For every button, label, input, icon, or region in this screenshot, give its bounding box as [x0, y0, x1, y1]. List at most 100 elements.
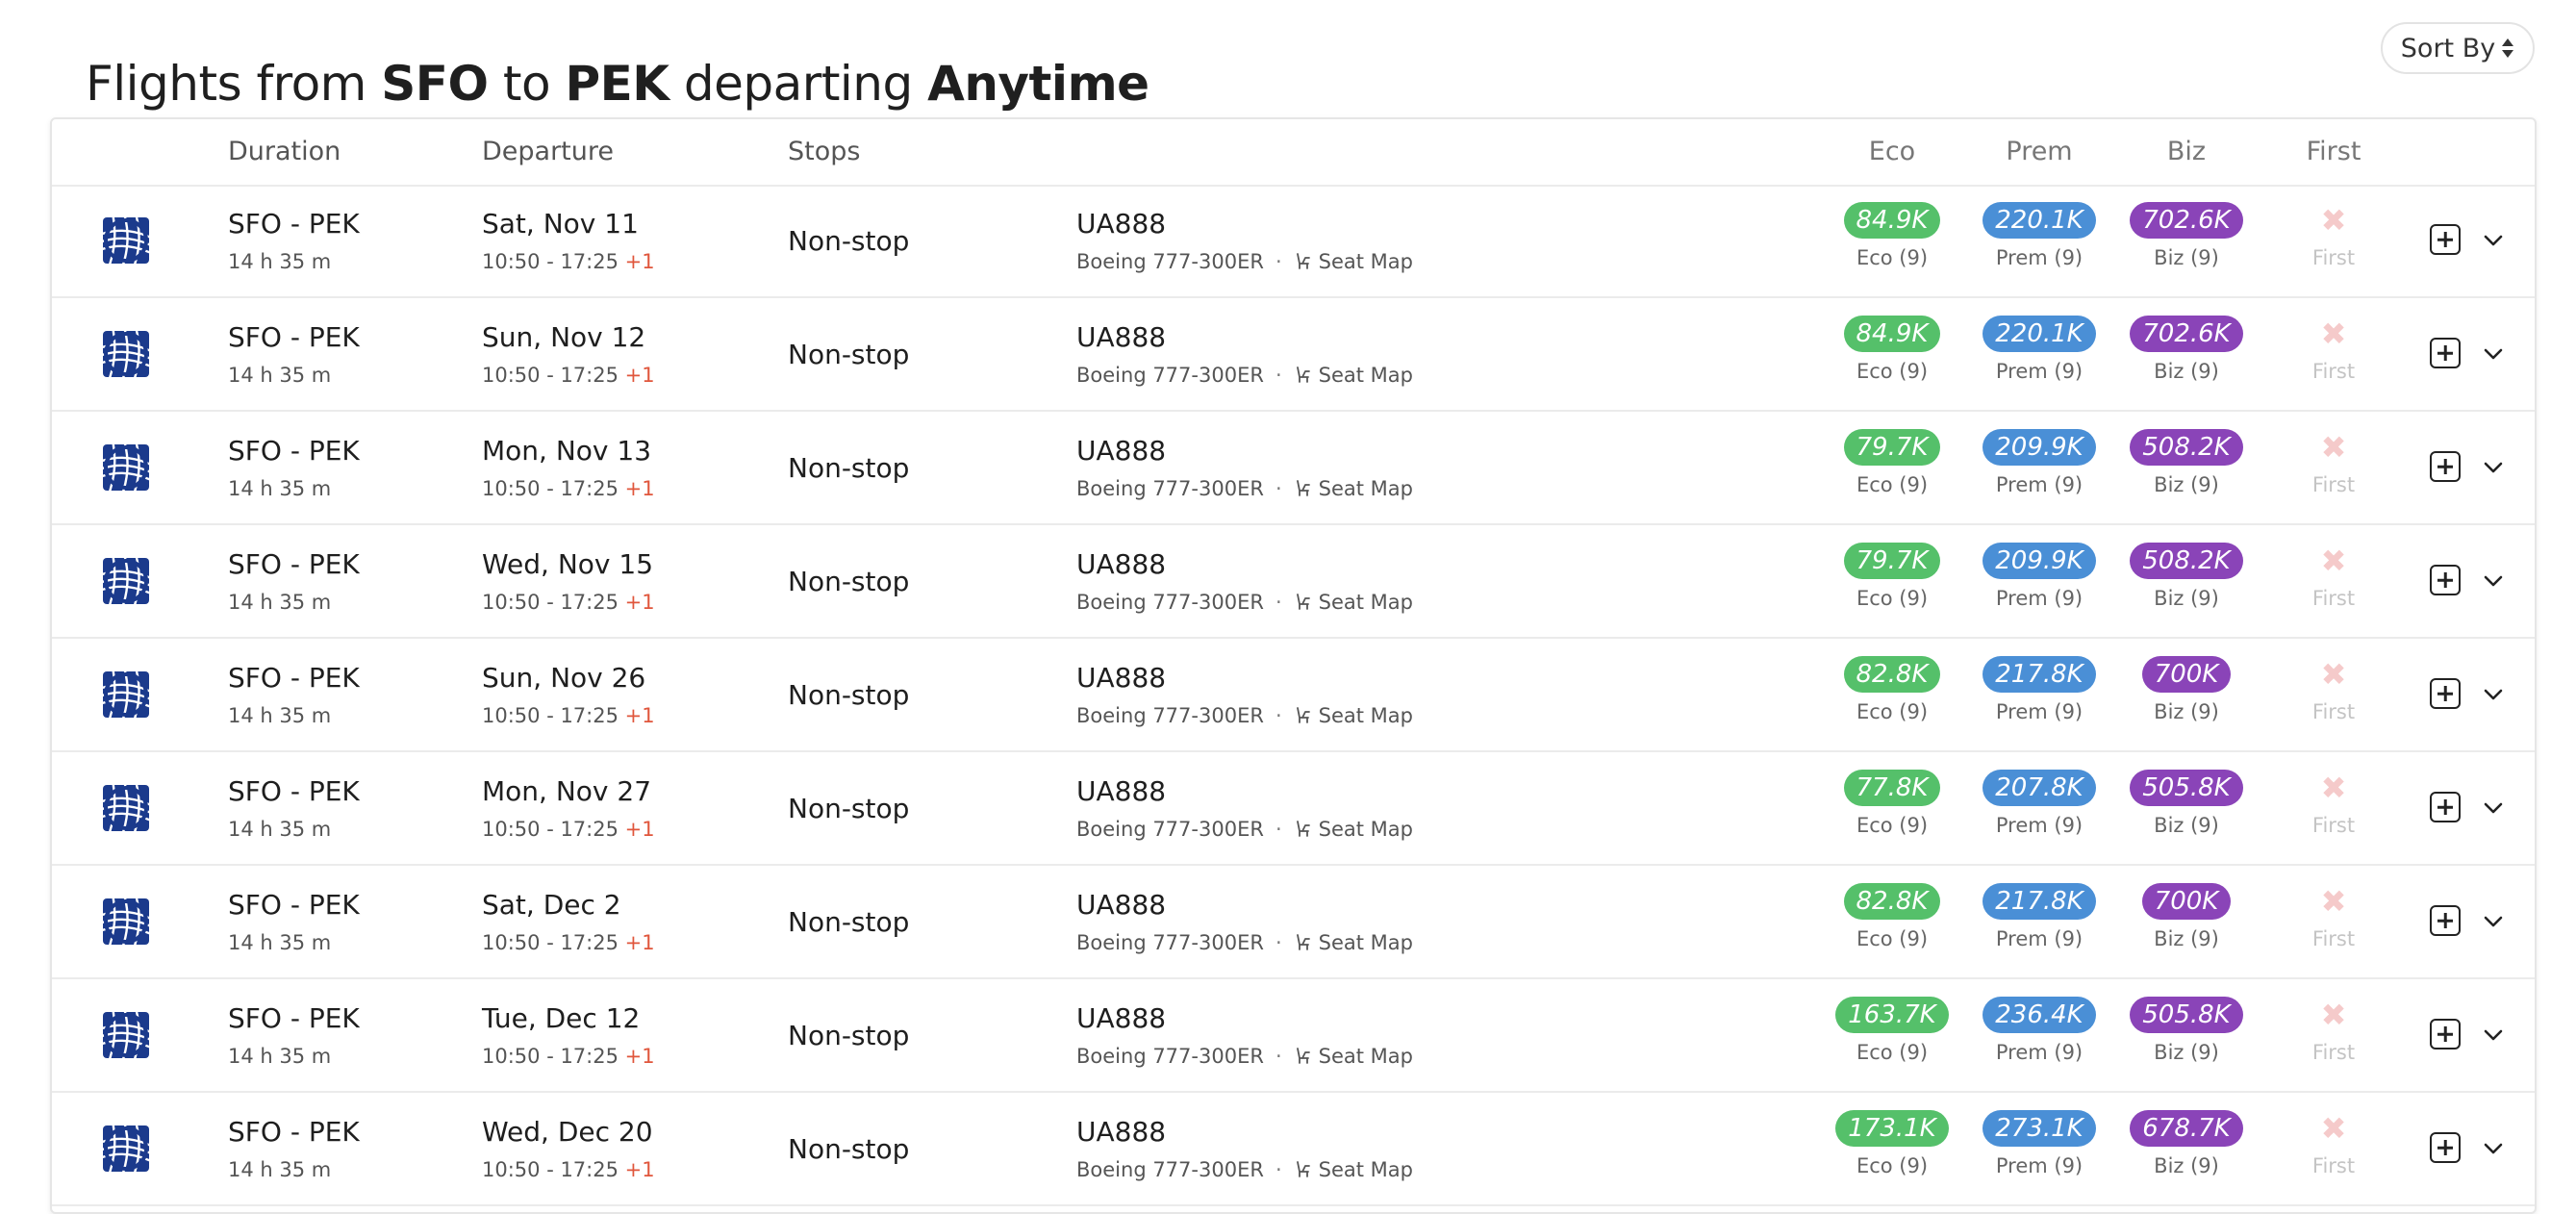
flight-row[interactable]: SFO - PEK 14 h 35 m Tue, Dec 12 10:50 - …	[52, 979, 2535, 1093]
flight-row[interactable]: SFO - PEK 14 h 35 m Sun, Nov 12 10:50 - …	[52, 298, 2535, 412]
column-header-biz[interactable]: Biz	[2167, 137, 2206, 166]
add-flight-button[interactable]	[2430, 1019, 2461, 1050]
add-flight-button[interactable]	[2430, 905, 2461, 936]
biz-price-pill[interactable]: 505.8K	[2130, 997, 2243, 1033]
add-flight-button[interactable]	[2430, 451, 2461, 482]
chevron-down-icon[interactable]	[2480, 1022, 2507, 1049]
seat-map-link[interactable]: Seat Map	[1294, 591, 1413, 614]
flight-row[interactable]: SFO - PEK 14 h 35 m Mon, Nov 27 10:50 - …	[52, 752, 2535, 866]
x-mark-icon: ✖	[2320, 656, 2347, 693]
aircraft-info: Boeing 777-300ER · Seat Map	[1076, 591, 1413, 614]
biz-price-pill[interactable]: 702.6K	[2130, 316, 2243, 352]
eco-price-pill[interactable]: 163.7K	[1835, 997, 1949, 1033]
flight-row[interactable]: SFO - PEK 14 h 35 m Mon, Nov 13 10:50 - …	[52, 412, 2535, 525]
add-flight-button[interactable]	[2430, 792, 2461, 822]
united-airlines-globe-icon	[103, 1012, 149, 1058]
route-text: SFO - PEK	[228, 775, 360, 807]
biz-price-pill[interactable]: 508.2K	[2130, 543, 2243, 579]
duration-text: 14 h 35 m	[228, 1158, 332, 1181]
prem-price-pill[interactable]: 273.1K	[1983, 1110, 2096, 1147]
add-flight-button[interactable]	[2430, 338, 2461, 368]
chevron-down-icon[interactable]	[2480, 227, 2507, 254]
biz-seats-label: Biz (9)	[2154, 1154, 2219, 1177]
prem-price-pill[interactable]: 217.8K	[1983, 883, 2096, 920]
biz-price-pill[interactable]: 700K	[2141, 883, 2232, 920]
eco-price-pill[interactable]: 84.9K	[1843, 202, 1941, 239]
column-header-eco[interactable]: Eco	[1869, 137, 1915, 166]
biz-price-pill[interactable]: 505.8K	[2130, 770, 2243, 806]
flight-row[interactable]: SFO - PEK 14 h 35 m Sun, Nov 26 10:50 - …	[52, 639, 2535, 752]
chevron-down-icon[interactable]	[2480, 908, 2507, 935]
eco-price-pill[interactable]: 77.8K	[1843, 770, 1941, 806]
prem-price-pill[interactable]: 236.4K	[1983, 997, 2096, 1033]
biz-award: 508.2K Biz (9)	[2114, 543, 2259, 610]
biz-seats-label: Biz (9)	[2154, 700, 2219, 723]
seat-map-link[interactable]: Seat Map	[1294, 1158, 1413, 1181]
time-range: 10:50 - 17:25	[482, 704, 625, 727]
add-flight-button[interactable]	[2430, 224, 2461, 255]
time-range: 10:50 - 17:25	[482, 591, 625, 614]
departure-times: 10:50 - 17:25 +1	[482, 250, 655, 273]
column-header-stops[interactable]: Stops	[788, 137, 860, 166]
eco-price-pill[interactable]: 82.8K	[1843, 883, 1941, 920]
seat-icon	[1296, 934, 1310, 950]
add-flight-button[interactable]	[2430, 678, 2461, 709]
prem-price-pill[interactable]: 217.8K	[1983, 656, 2096, 693]
prem-price-pill[interactable]: 220.1K	[1983, 202, 2096, 239]
prem-price-pill[interactable]: 209.9K	[1983, 543, 2096, 579]
aircraft-type: Boeing 777-300ER	[1076, 931, 1264, 954]
column-header-first[interactable]: First	[2307, 137, 2361, 166]
prem-price-pill[interactable]: 209.9K	[1983, 429, 2096, 466]
biz-price-pill[interactable]: 508.2K	[2130, 429, 2243, 466]
chevron-down-icon[interactable]	[2480, 341, 2507, 367]
eco-price-pill[interactable]: 82.8K	[1843, 656, 1941, 693]
prem-price-pill[interactable]: 207.8K	[1983, 770, 2096, 806]
chevron-down-icon[interactable]	[2480, 795, 2507, 822]
first-award: ✖ First	[2261, 997, 2406, 1064]
seat-map-link[interactable]: Seat Map	[1294, 1045, 1413, 1068]
column-header-prem[interactable]: Prem	[2006, 137, 2072, 166]
chevron-down-icon[interactable]	[2480, 1135, 2507, 1162]
seat-map-link[interactable]: Seat Map	[1294, 704, 1413, 727]
eco-price-pill[interactable]: 79.7K	[1843, 543, 1941, 579]
eco-price-pill[interactable]: 173.1K	[1835, 1110, 1949, 1147]
seat-icon	[1296, 367, 1310, 383]
flight-row[interactable]: SFO - PEK 14 h 35 m Wed, Dec 20 10:50 - …	[52, 1093, 2535, 1206]
chevron-down-icon[interactable]	[2480, 568, 2507, 594]
column-header-departure[interactable]: Departure	[482, 137, 614, 166]
eco-price-pill[interactable]: 79.7K	[1843, 429, 1941, 466]
biz-price-pill[interactable]: 700K	[2141, 656, 2232, 693]
prem-award: 273.1K Prem (9)	[1967, 1110, 2111, 1177]
flight-row[interactable]: SFO - PEK 14 h 35 m Sat, Dec 2 10:50 - 1…	[52, 866, 2535, 979]
biz-price-pill[interactable]: 702.6K	[2130, 202, 2243, 239]
time-range: 10:50 - 17:25	[482, 931, 625, 954]
column-header-duration[interactable]: Duration	[228, 137, 341, 166]
stops-text: Non-stop	[788, 1020, 910, 1051]
flight-row[interactable]: SFO - PEK 14 h 35 m Sat, Nov 11 10:50 - …	[52, 185, 2535, 298]
next-day-indicator: +1	[624, 250, 655, 273]
seat-map-link[interactable]: Seat Map	[1294, 477, 1413, 500]
united-airlines-globe-icon	[103, 331, 149, 377]
time-range: 10:50 - 17:25	[482, 477, 625, 500]
aircraft-info: Boeing 777-300ER · Seat Map	[1076, 477, 1413, 500]
seat-map-link[interactable]: Seat Map	[1294, 364, 1413, 387]
biz-price-pill[interactable]: 678.7K	[2130, 1110, 2243, 1147]
add-flight-button[interactable]	[2430, 1132, 2461, 1163]
add-flight-button[interactable]	[2430, 565, 2461, 595]
aircraft-type: Boeing 777-300ER	[1076, 250, 1264, 273]
seat-map-link[interactable]: Seat Map	[1294, 250, 1413, 273]
departure-times: 10:50 - 17:25 +1	[482, 477, 655, 500]
seat-map-link[interactable]: Seat Map	[1294, 931, 1413, 954]
eco-award: 79.7K Eco (9)	[1820, 543, 1964, 610]
departure-date: Mon, Nov 27	[482, 775, 652, 807]
flight-row[interactable]: SFO - PEK 14 h 35 m Wed, Nov 15 10:50 - …	[52, 525, 2535, 639]
eco-price-pill[interactable]: 84.9K	[1843, 316, 1941, 352]
united-airlines-globe-icon	[103, 444, 149, 491]
flight-number: UA888	[1076, 1002, 1167, 1034]
chevron-down-icon[interactable]	[2480, 681, 2507, 708]
sort-button[interactable]: Sort By	[2381, 22, 2535, 74]
seat-map-link[interactable]: Seat Map	[1294, 818, 1413, 841]
prem-price-pill[interactable]: 220.1K	[1983, 316, 2096, 352]
chevron-down-icon[interactable]	[2480, 454, 2507, 481]
route-text: SFO - PEK	[228, 1116, 360, 1148]
